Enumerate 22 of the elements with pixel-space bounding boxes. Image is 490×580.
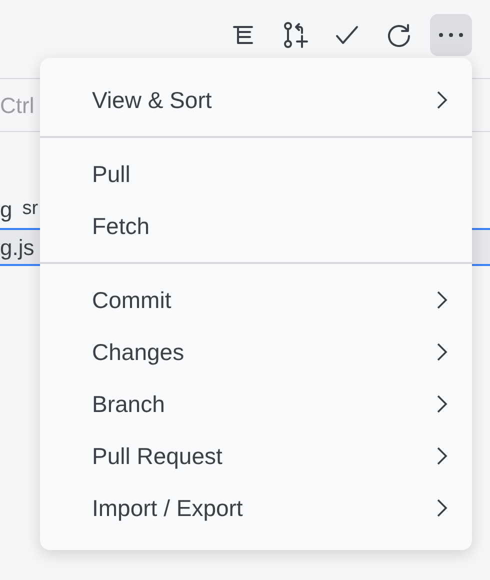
chevron-icon	[436, 498, 448, 518]
chevron-icon	[436, 446, 448, 466]
branch-icon	[281, 21, 309, 49]
chevron-icon	[436, 290, 448, 310]
file-name: g	[0, 196, 12, 224]
menu-item[interactable]: Fetch	[40, 200, 472, 252]
menu-item[interactable]: Pull	[40, 148, 472, 200]
menu-item[interactable]: Import / Export	[40, 482, 472, 534]
more-icon	[437, 31, 465, 39]
menu-item[interactable]: Pull Request	[40, 430, 472, 482]
chevron-icon	[436, 90, 448, 110]
menu-item[interactable]: Changes	[40, 326, 472, 378]
refresh-icon	[385, 21, 413, 49]
file-name: g.js	[0, 234, 34, 262]
chevron-icon	[436, 342, 448, 362]
toolbar-button[interactable]	[430, 14, 472, 56]
menu-item[interactable]: View & Sort	[40, 74, 472, 126]
search-field[interactable]: Ctrl	[0, 88, 40, 122]
menu-item[interactable]: Branch	[40, 378, 472, 430]
file-name: sr	[22, 196, 38, 221]
chevron-icon	[436, 394, 448, 414]
menu-item[interactable]: Commit	[40, 274, 472, 326]
